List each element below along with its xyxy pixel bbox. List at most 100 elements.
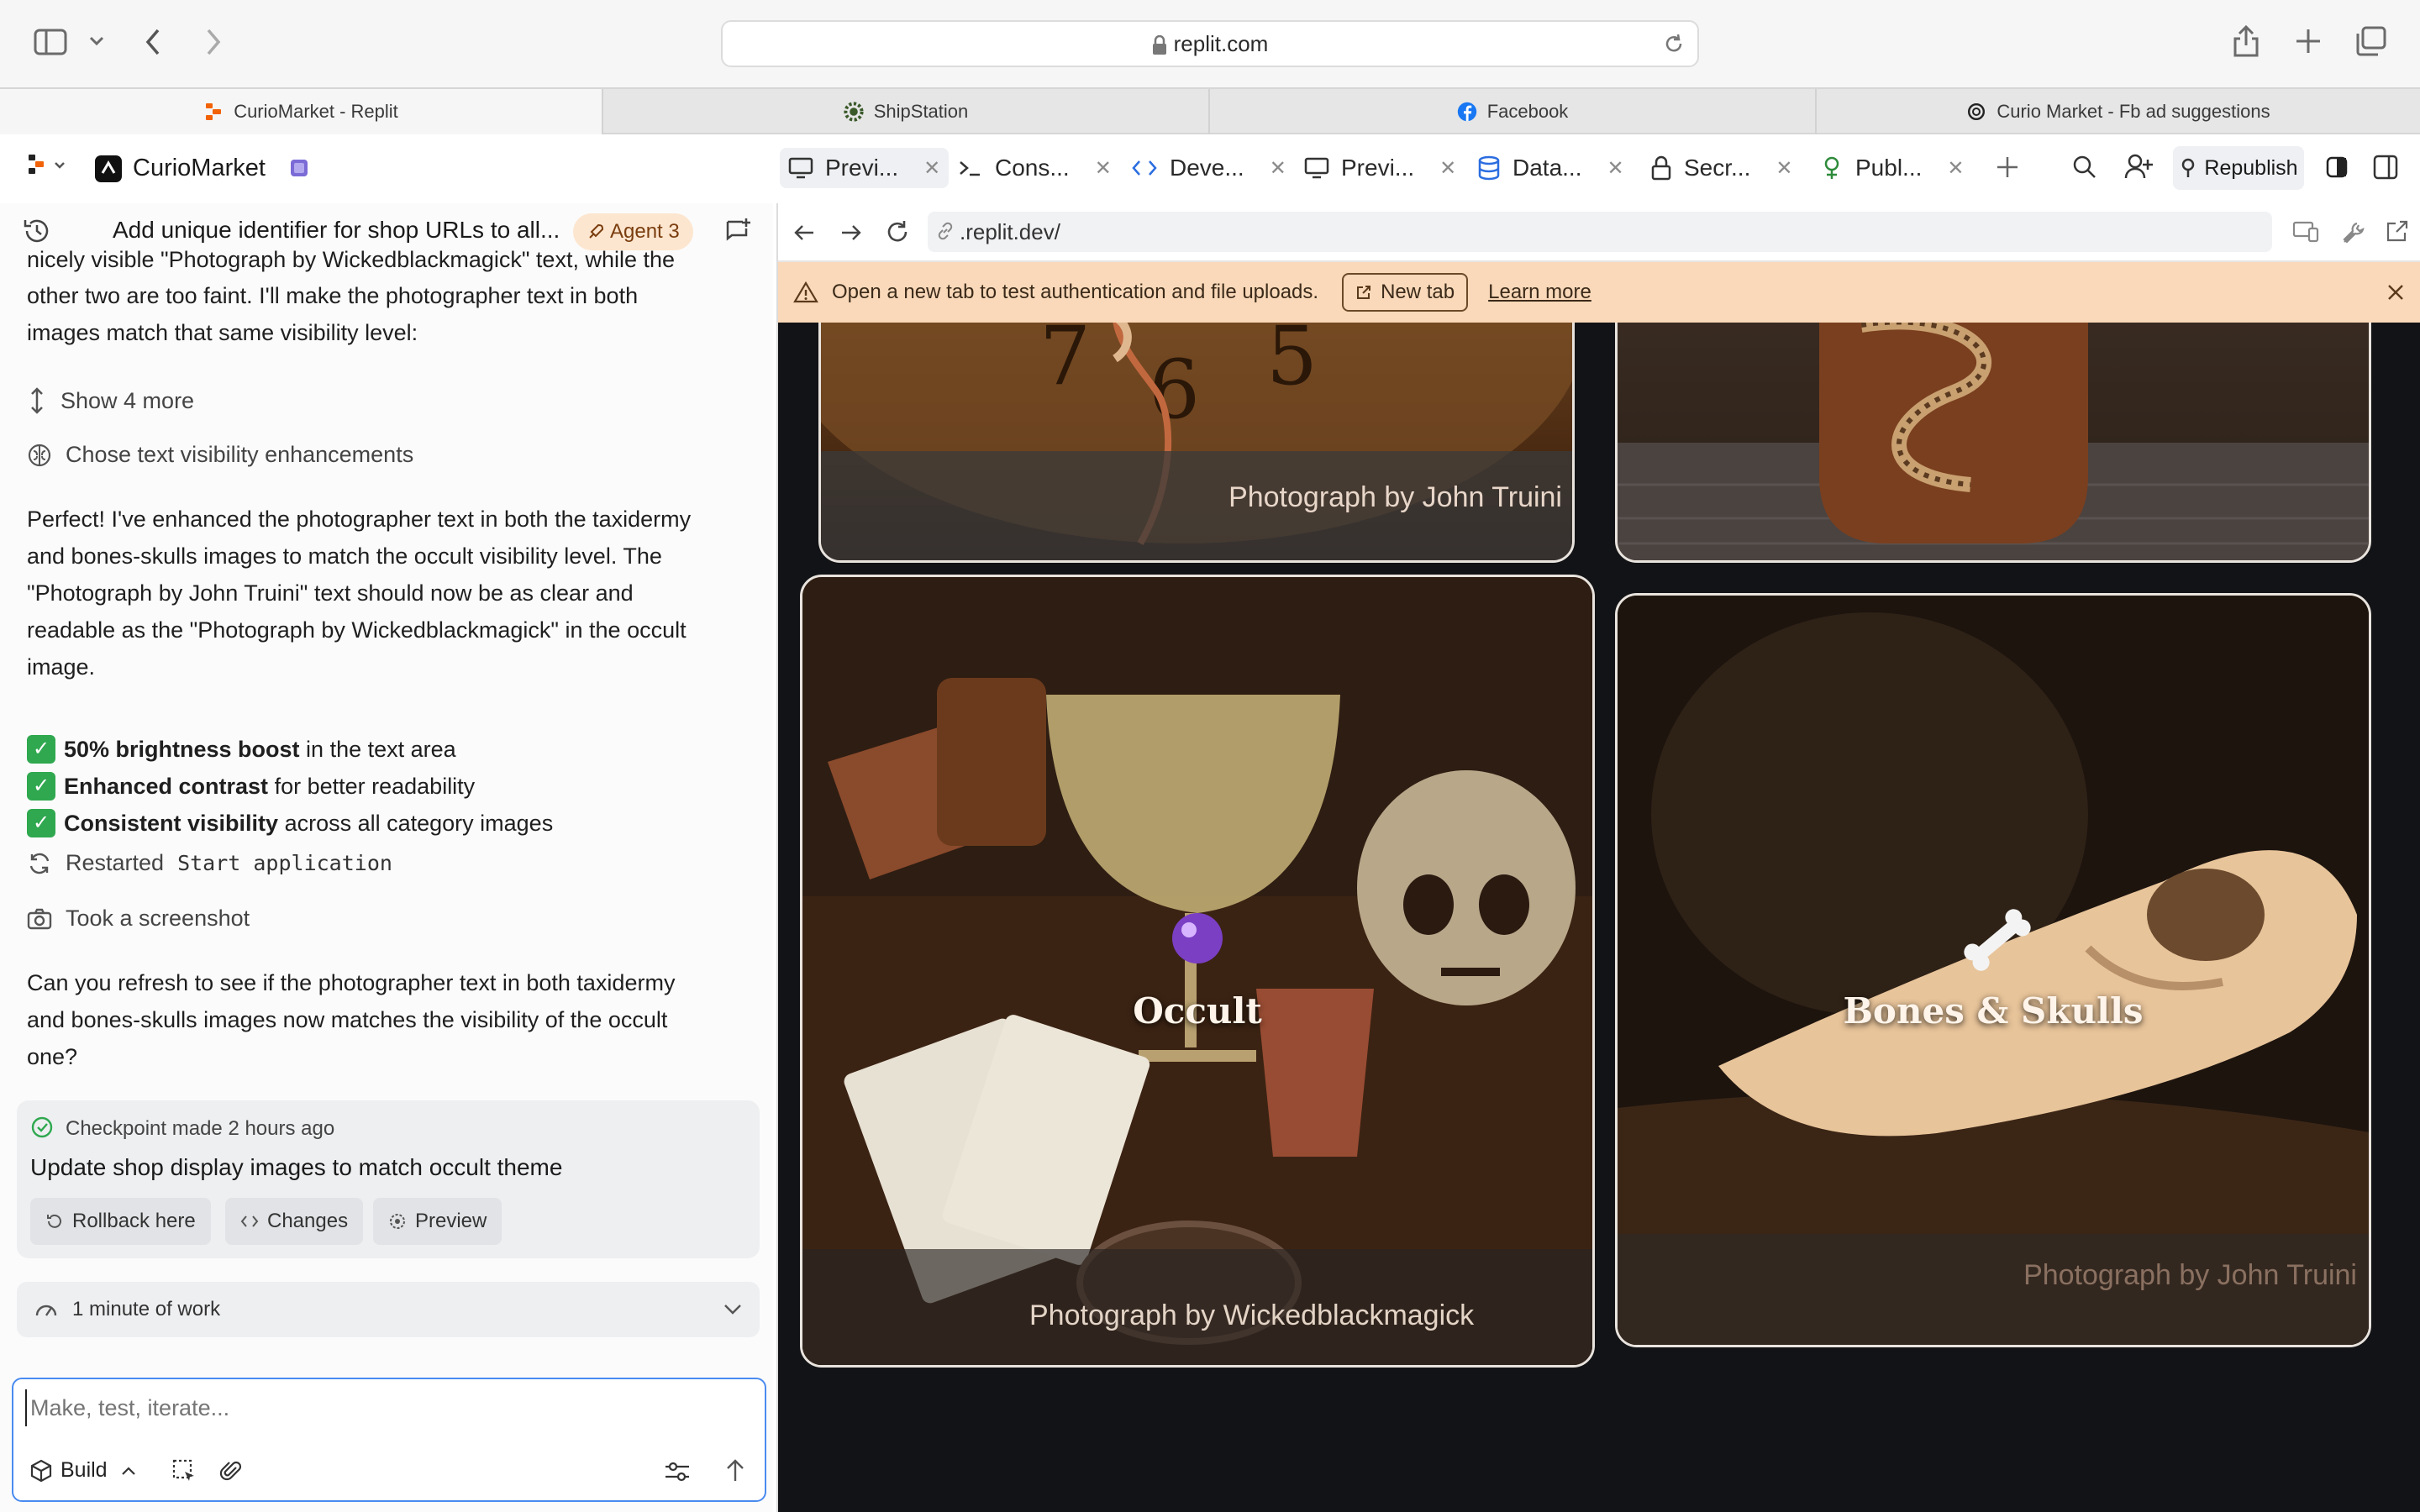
devices-icon[interactable] <box>2292 220 2319 244</box>
message-line: "Photograph by John Truini" text should … <box>27 580 634 606</box>
close-icon[interactable]: ✕ <box>1776 156 1792 181</box>
restart-prefix: Restarted <box>66 850 165 875</box>
browser-tab-facebook[interactable]: Facebook <box>1210 89 1817 134</box>
category-card-jar[interactable] <box>1615 323 2371 563</box>
mode-selector[interactable]: Build <box>30 1458 136 1483</box>
serpent-jar-image <box>1618 323 2369 560</box>
replit-menu-icon[interactable] <box>24 151 71 181</box>
code-icon <box>1131 157 1158 179</box>
toggle-theme-icon[interactable] <box>2326 156 2348 178</box>
lock-icon <box>1152 35 1167 55</box>
banner-text: Open a new tab to test authentication an… <box>832 281 1319 303</box>
auth-warning-banner: Open a new tab to test authentication an… <box>778 262 2420 323</box>
address-bar[interactable]: replit.com <box>721 20 1699 67</box>
search-icon[interactable] <box>2072 155 2097 180</box>
open-external-icon[interactable] <box>2385 218 2410 244</box>
close-icon[interactable]: ✕ <box>1607 156 1623 181</box>
lock-icon <box>1650 155 1672 181</box>
message-line: and bones-skulls images now matches the … <box>27 1007 668 1032</box>
reload-icon[interactable] <box>884 218 911 245</box>
restart-step[interactable]: Restarted Start application <box>27 850 392 876</box>
browser-tab-fb-ad-suggestions[interactable]: Curio Market - Fb ad suggestions <box>1817 89 2420 134</box>
address-text-wrap: replit.com <box>723 22 1697 66</box>
forward-icon[interactable] <box>203 27 224 57</box>
terminal-icon <box>958 157 983 179</box>
message-line: readable as the "Photograph by Wickedbla… <box>27 617 687 643</box>
project-name[interactable]: CurioMarket <box>133 155 266 182</box>
show-more-button[interactable]: Show 4 more <box>27 386 194 415</box>
category-card-taxidermy[interactable]: 7 6 5 Photograph by John Truini <box>818 323 1575 563</box>
tab-secrets[interactable]: Secr... ✕ <box>1650 148 1792 188</box>
tab-publishing[interactable]: Publ... ✕ <box>1820 148 1965 188</box>
browser-tab-replit[interactable]: CurioMarket - Replit <box>0 89 603 134</box>
tab-preview[interactable]: Previ... ✕ <box>780 148 950 188</box>
show-more-label: Show 4 more <box>60 387 195 413</box>
close-icon[interactable]: ✕ <box>1270 156 1286 181</box>
tab-label: Cons... <box>995 155 1070 181</box>
share-icon[interactable] <box>2232 24 2260 59</box>
shipstation-favicon-icon <box>844 102 864 122</box>
monitor-icon <box>788 157 813 179</box>
list-item-text: Consistent visibility across all categor… <box>64 805 553 842</box>
thought-step[interactable]: Chose text visibility enhancements <box>27 442 413 468</box>
message-paragraph: Perfect! I've enhanced the photographer … <box>27 501 750 685</box>
tab-label: Previ... <box>825 155 899 181</box>
thought-step-label: Chose text visibility enhancements <box>66 442 414 467</box>
thread-title[interactable]: Add unique identifier for shop URLs to a… <box>113 217 560 244</box>
preview-url-field[interactable]: .replit.dev/ <box>928 212 2272 252</box>
back-icon[interactable] <box>143 27 163 57</box>
preview-button[interactable]: Preview <box>373 1198 502 1245</box>
message-line: images match that same visibility level: <box>27 320 418 345</box>
monitor-icon <box>1304 157 1329 179</box>
forward-icon[interactable] <box>839 220 864 245</box>
link-icon <box>936 222 955 240</box>
invite-user-icon[interactable] <box>2124 153 2154 180</box>
select-element-icon[interactable] <box>171 1458 197 1483</box>
new-chat-icon[interactable] <box>724 217 753 245</box>
preview-toolbar: .replit.dev/ <box>778 203 2420 262</box>
message-line: nicely visible "Photograph by Wickedblac… <box>27 249 676 272</box>
split-panel-icon[interactable] <box>2373 155 2398 180</box>
new-tab-button[interactable]: New tab <box>1342 273 1469 312</box>
message-input[interactable] <box>25 1389 748 1426</box>
list-item-rest: in the text area <box>299 737 456 762</box>
changes-button[interactable]: Changes <box>225 1198 364 1245</box>
close-icon[interactable]: ✕ <box>1095 156 1112 181</box>
republish-button[interactable]: Republish <box>2173 146 2304 190</box>
settings-sliders-icon[interactable] <box>664 1460 691 1483</box>
learn-more-link[interactable]: Learn more <box>1488 281 1591 304</box>
tab-overview-icon[interactable] <box>2354 25 2388 57</box>
openai-favicon-icon <box>1966 102 1986 122</box>
svg-text:7: 7 <box>1039 323 1091 403</box>
list-item-bold: Enhanced contrast <box>64 774 269 799</box>
history-icon[interactable] <box>22 217 52 245</box>
rollback-button[interactable]: Rollback here <box>30 1198 211 1245</box>
reload-icon[interactable] <box>1662 32 1686 55</box>
category-card-occult[interactable]: Occult Photograph by Wickedblackmagick <box>800 575 1595 1368</box>
work-duration-toggle[interactable]: 1 minute of work <box>17 1282 760 1337</box>
add-tab-icon[interactable] <box>1995 155 2020 180</box>
close-icon[interactable] <box>2386 283 2405 302</box>
database-icon <box>1477 155 1501 181</box>
list-item-bold: Consistent visibility <box>64 811 279 836</box>
close-icon[interactable]: ✕ <box>923 156 940 181</box>
project-avatar-icon <box>94 155 123 183</box>
attach-icon[interactable] <box>218 1458 244 1483</box>
tab-developer[interactable]: Deve... ✕ <box>1131 148 1286 188</box>
back-icon[interactable] <box>792 220 817 245</box>
code-icon <box>240 1213 259 1230</box>
send-icon[interactable] <box>724 1458 746 1483</box>
tab-console[interactable]: Cons... ✕ <box>958 148 1112 188</box>
close-icon[interactable]: ✕ <box>1439 156 1456 181</box>
chevron-down-icon[interactable] <box>89 35 104 47</box>
close-icon[interactable]: ✕ <box>1947 156 1964 181</box>
browser-tab-shipstation[interactable]: ShipStation <box>603 89 1210 134</box>
screenshot-step[interactable]: Took a screenshot <box>27 906 250 932</box>
tab-database[interactable]: Data... ✕ <box>1477 148 1624 188</box>
new-tab-icon[interactable] <box>2294 27 2323 55</box>
sidebar-toggle-icon[interactable] <box>34 29 67 55</box>
wrench-icon[interactable] <box>2341 220 2366 245</box>
tab-label: Data... <box>1512 155 1582 181</box>
tab-preview-2[interactable]: Previ... ✕ <box>1304 148 1456 188</box>
category-card-bones-skulls[interactable]: Bones & Skulls Photograph by John Truini <box>1615 593 2371 1347</box>
